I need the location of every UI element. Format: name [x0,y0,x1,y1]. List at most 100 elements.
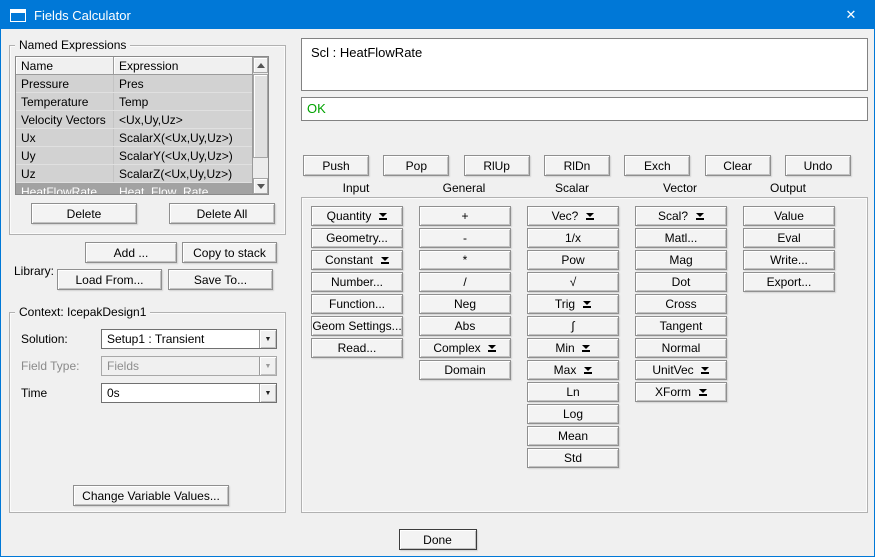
calc-button-ln[interactable]: Ln [527,382,619,402]
scroll-down-icon[interactable] [253,178,268,194]
calc-button-matl[interactable]: Matl... [635,228,727,248]
undo-button[interactable]: Undo [784,155,851,176]
menu-arrow-icon [695,212,704,220]
done-button[interactable]: Done [398,529,477,550]
save-to-button[interactable]: Save To... [168,269,273,290]
calc-button-geometry[interactable]: Geometry... [311,228,403,248]
cell-expression[interactable]: Pres [114,75,252,92]
scrollbar-thumb[interactable] [253,74,268,158]
column-header-general: General [442,181,486,195]
cell-expression[interactable]: Temp [114,93,252,110]
table-row[interactable]: Temperature Temp [16,93,252,111]
combo-arrow-icon[interactable]: ▼ [259,330,276,348]
cell-expression[interactable]: ScalarZ(<Ux,Uy,Uz>) [114,165,252,182]
rldn-button[interactable]: RlDn [543,155,610,176]
calc-button-std[interactable]: Std [527,448,619,468]
pop-button[interactable]: Pop [383,155,450,176]
push-button[interactable]: Push [303,155,369,176]
calc-button-eval[interactable]: Eval [743,228,835,248]
calc-button-dot[interactable]: Dot [635,272,727,292]
calc-button-function[interactable]: Function... [311,294,403,314]
combo-arrow-icon[interactable]: ▼ [259,384,276,402]
scroll-up-icon[interactable] [253,57,268,73]
time-combobox[interactable]: 0s ▼ [101,383,277,403]
calc-button-divide[interactable]: / [419,272,511,292]
calc-button-number[interactable]: Number... [311,272,403,292]
calc-button-value[interactable]: Value [743,206,835,226]
calc-button-log[interactable]: Log [527,404,619,424]
calc-button-domain[interactable]: Domain [419,360,511,380]
cell-name[interactable]: Pressure [16,75,114,92]
cell-expression[interactable]: Heat_Flow_Rate [114,183,252,194]
time-label: Time [21,386,48,400]
calc-button-write[interactable]: Write... [743,250,835,270]
clear-button[interactable]: Clear [704,155,771,176]
table-header: Name Expression [16,57,252,75]
calc-button-neg[interactable]: Neg [419,294,511,314]
column-header-name[interactable]: Name [16,57,114,75]
cell-name[interactable]: Ux [16,129,114,146]
cell-expression[interactable]: ScalarY(<Ux,Uy,Uz>) [114,147,252,164]
table-row[interactable]: Uy ScalarY(<Ux,Uy,Uz>) [16,147,252,165]
copy-to-stack-button[interactable]: Copy to stack [182,242,277,263]
calc-button-integral[interactable]: ∫ [527,316,619,336]
cell-name[interactable]: Temperature [16,93,114,110]
table-scrollbar[interactable] [252,57,268,194]
time-value: 0s [107,386,120,400]
titlebar[interactable]: Fields Calculator ✕ [1,1,874,29]
calc-button-multiply[interactable]: * [419,250,511,270]
change-variable-values-button[interactable]: Change Variable Values... [73,485,229,506]
calc-button-min[interactable]: Min [527,338,619,358]
app-icon[interactable] [10,8,26,22]
cell-expression[interactable]: ScalarX(<Ux,Uy,Uz>) [114,129,252,146]
calc-button-max[interactable]: Max [527,360,619,380]
exch-button[interactable]: Exch [624,155,691,176]
calc-button-complex[interactable]: Complex [419,338,511,358]
calc-button-label: Geometry... [326,231,388,245]
cell-expression[interactable]: <Ux,Uy,Uz> [114,111,252,128]
calc-button-export[interactable]: Export... [743,272,835,292]
rlup-button[interactable]: RlUp [463,155,530,176]
delete-all-button[interactable]: Delete All [169,203,275,224]
library-add-button[interactable]: Add ... [85,242,177,263]
calc-button-normal[interactable]: Normal [635,338,727,358]
calc-button-mean[interactable]: Mean [527,426,619,446]
menu-arrow-icon [378,212,387,220]
table-row[interactable]: Velocity Vectors <Ux,Uy,Uz> [16,111,252,129]
calc-button-reciprocal[interactable]: 1/x [527,228,619,248]
calc-button-trig[interactable]: Trig [527,294,619,314]
calc-button-read[interactable]: Read... [311,338,403,358]
close-icon[interactable]: ✕ [828,1,874,29]
calc-button-scal-query[interactable]: Scal? [635,206,727,226]
calc-button-plus[interactable]: + [419,206,511,226]
cell-name[interactable]: Uz [16,165,114,182]
load-from-button[interactable]: Load From... [57,269,162,290]
delete-button[interactable]: Delete [31,203,137,224]
column-header-vector: Vector [662,181,698,195]
table-row[interactable]: Pressure Pres [16,75,252,93]
calc-button-geom-settings[interactable]: Geom Settings... [311,316,403,336]
calc-button-tangent[interactable]: Tangent [635,316,727,336]
cell-name[interactable]: Uy [16,147,114,164]
calc-button-minus[interactable]: - [419,228,511,248]
calc-button-vec-query[interactable]: Vec? [527,206,619,226]
table-row[interactable]: Uz ScalarZ(<Ux,Uy,Uz>) [16,165,252,183]
column-header-expression[interactable]: Expression [114,57,252,75]
menu-arrow-icon [582,344,591,352]
calc-button-xform[interactable]: XForm [635,382,727,402]
calc-button-cross[interactable]: Cross [635,294,727,314]
pop-label: Pop [405,158,427,173]
calc-button-sqrt[interactable]: √ [527,272,619,292]
solution-combobox[interactable]: Setup1 : Transient ▼ [101,329,277,349]
calc-button-quantity[interactable]: Quantity [311,206,403,226]
calc-button-abs[interactable]: Abs [419,316,511,336]
table-row[interactable]: Ux ScalarX(<Ux,Uy,Uz>) [16,129,252,147]
calc-button-mag[interactable]: Mag [635,250,727,270]
calc-button-unitvec[interactable]: UnitVec [635,360,727,380]
calc-button-pow[interactable]: Pow [527,250,619,270]
calculator-column-headers: Input General Scalar Vector Output [301,181,868,195]
cell-name[interactable]: HeatFlowRate [16,183,114,194]
cell-name[interactable]: Velocity Vectors [16,111,114,128]
table-row-selected[interactable]: HeatFlowRate Heat_Flow_Rate [16,183,252,194]
calc-button-constant[interactable]: Constant [311,250,403,270]
